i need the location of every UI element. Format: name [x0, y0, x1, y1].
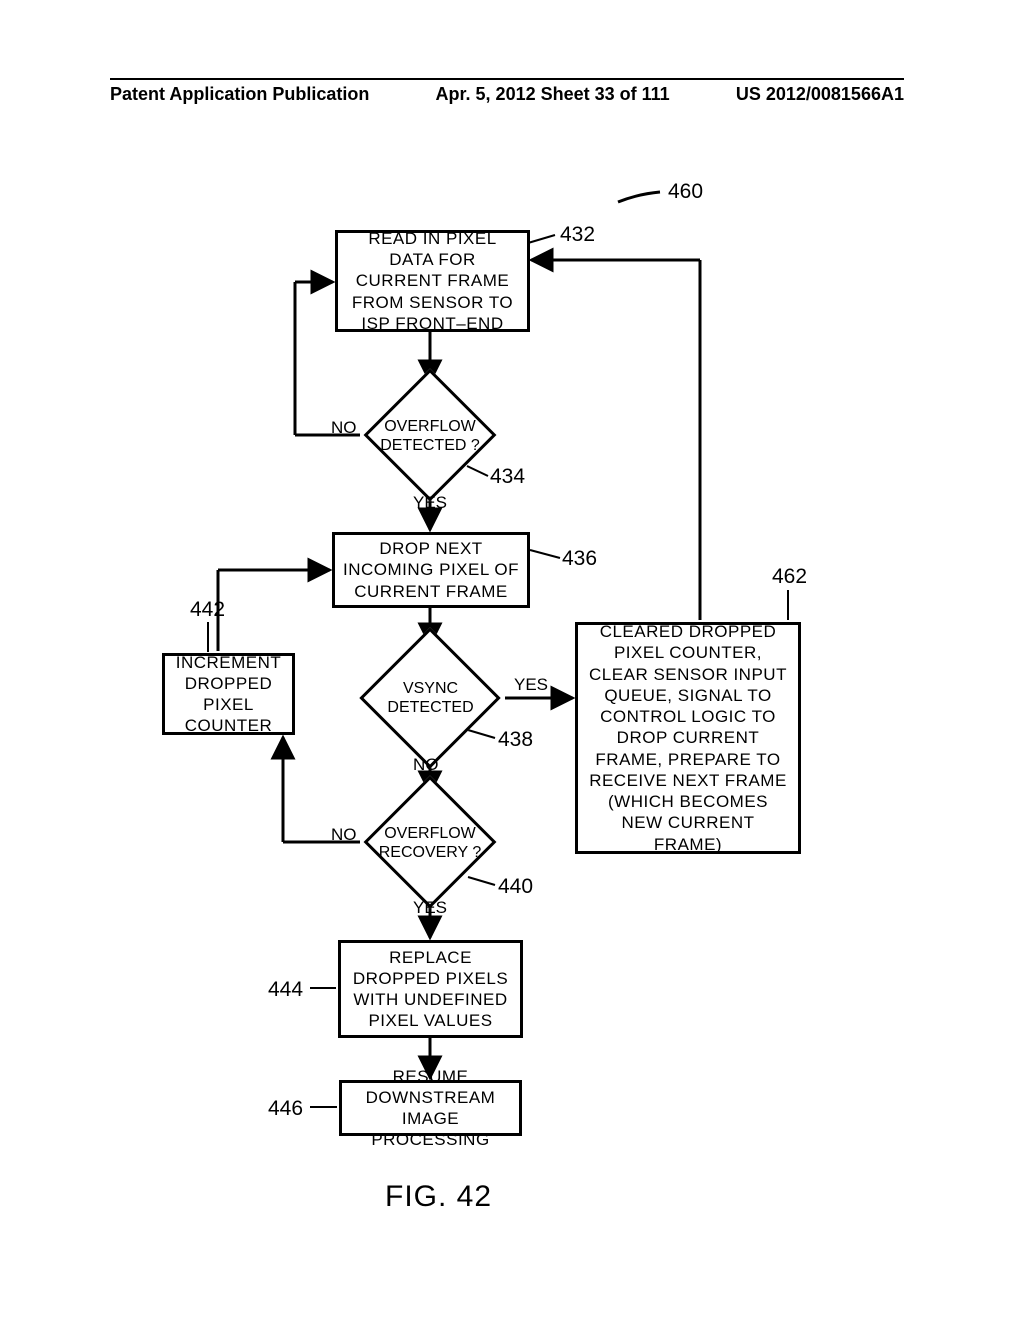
ref-436: 436: [562, 547, 597, 571]
decision-overflow-recovery-label: OVERFLOW RECOVERY ?: [375, 812, 485, 874]
header-center: Apr. 5, 2012 Sheet 33 of 111: [436, 84, 670, 105]
ref-462: 462: [772, 565, 807, 589]
ref-446: 446: [268, 1097, 303, 1121]
process-replace-dropped-pixels: REPLACE DROPPED PIXELS WITH UNDEFINED PI…: [338, 940, 523, 1038]
ref-438: 438: [498, 728, 533, 752]
decision-vsync-detected-label: VSYNC DETECTED: [388, 675, 473, 721]
ref-442: 442: [190, 598, 225, 622]
header-left: Patent Application Publication: [110, 84, 369, 105]
label-no-438: NO: [413, 755, 439, 775]
process-increment-counter: INCREMENT DROPPED PIXEL COUNTER: [162, 653, 295, 735]
ref-444: 444: [268, 978, 303, 1002]
page-header: Patent Application Publication Apr. 5, 2…: [0, 84, 1024, 105]
ref-460: 460: [668, 180, 703, 204]
label-yes-438: YES: [514, 675, 548, 695]
process-clear-counter-drop-frame: CLEARED DROPPED PIXEL COUNTER, CLEAR SEN…: [575, 622, 801, 854]
process-read-pixel-data: READ IN PIXEL DATA FOR CURRENT FRAME FRO…: [335, 230, 530, 332]
label-yes-434: YES: [413, 493, 447, 513]
label-no-434: NO: [331, 418, 357, 438]
header-right: US 2012/0081566A1: [736, 84, 904, 105]
label-yes-440: YES: [413, 898, 447, 918]
ref-434: 434: [490, 465, 525, 489]
ref-440: 440: [498, 875, 533, 899]
figure-caption: FIG. 42: [385, 1180, 492, 1214]
process-resume-downstream: RESUME DOWNSTREAM IMAGE PROCESSING: [339, 1080, 522, 1136]
label-no-440: NO: [331, 825, 357, 845]
decision-overflow-detected-label: OVERFLOW DETECTED ?: [375, 405, 485, 467]
ref-432: 432: [560, 223, 595, 247]
header-rule: [110, 78, 904, 80]
process-drop-next-pixel: DROP NEXT INCOMING PIXEL OF CURRENT FRAM…: [332, 532, 530, 608]
flowchart-canvas: 460 READ IN PIXEL DATA FOR CURRENT FRAME…: [0, 150, 1024, 1250]
